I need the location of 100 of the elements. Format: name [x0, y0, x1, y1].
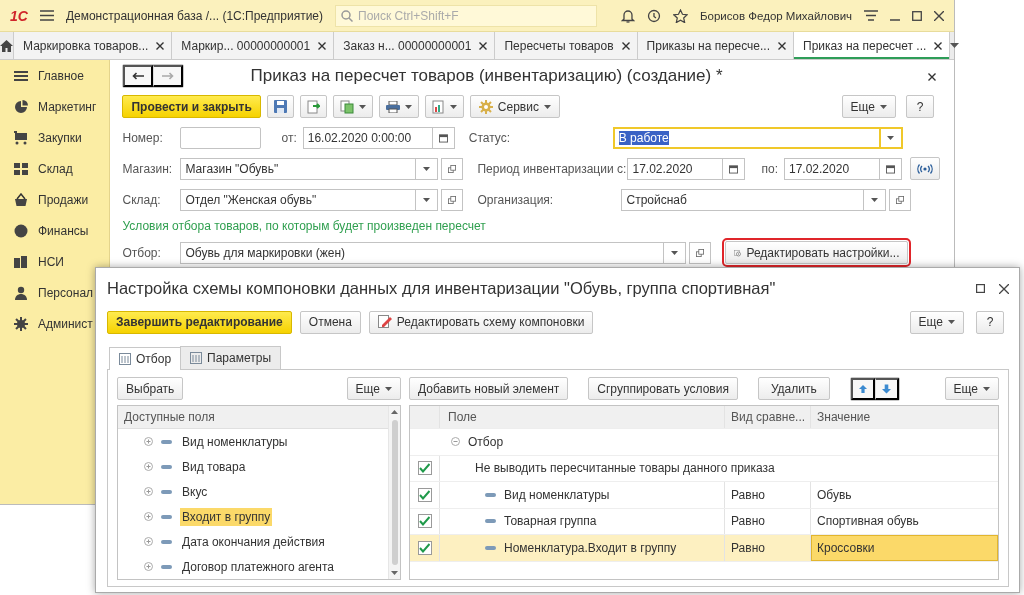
sidebar-item[interactable]: Склад: [38, 161, 73, 176]
sidebar-item[interactable]: Продажи: [38, 192, 89, 207]
finish-editing-button[interactable]: Завершить редактирование: [107, 310, 292, 334]
bell-icon[interactable]: [621, 8, 635, 23]
close-icon[interactable]: [934, 41, 943, 50]
forward-button[interactable]: [153, 64, 184, 87]
add-element-button[interactable]: Добавить новый элемент: [409, 377, 569, 400]
close-icon[interactable]: [318, 41, 327, 50]
expand-icon[interactable]: [144, 437, 153, 446]
expand-icon[interactable]: [144, 487, 153, 496]
collapse-icon[interactable]: [451, 437, 460, 447]
checkbox[interactable]: [417, 514, 432, 529]
checkbox[interactable]: [417, 540, 432, 555]
cancel-button[interactable]: Отмена: [299, 310, 361, 334]
star-icon[interactable]: [672, 8, 688, 23]
edit-settings-button[interactable]: Редактировать настройки...: [725, 241, 909, 264]
more-button[interactable]: Еще: [909, 310, 964, 334]
date-field[interactable]: 16.02.2020 0:00:00: [302, 126, 433, 149]
status-field[interactable]: В работе: [612, 126, 881, 149]
field-item[interactable]: Вид номенклатуры: [180, 432, 290, 451]
group-label[interactable]: Отбор: [468, 434, 504, 449]
back-button[interactable]: [123, 64, 154, 87]
maximize-icon[interactable]: [976, 284, 985, 293]
select-button[interactable]: Выбрать: [117, 377, 184, 400]
scrollbar[interactable]: [388, 406, 400, 579]
open-button[interactable]: [441, 188, 464, 211]
field-item[interactable]: Вид товара: [180, 457, 248, 476]
tab[interactable]: Параметры: [180, 346, 282, 369]
maximize-icon[interactable]: [912, 10, 922, 21]
table-row[interactable]: Номенклатура.Входит в группу Равно Кроссовки: [410, 535, 998, 562]
expand-icon[interactable]: [144, 512, 153, 521]
document-button[interactable]: [299, 95, 327, 118]
date-field[interactable]: 17.02.2020: [627, 157, 724, 180]
expand-icon[interactable]: [144, 462, 153, 471]
tab[interactable]: Приказ на пересчет ...: [794, 32, 951, 59]
tab[interactable]: Маркировка товаров...: [14, 32, 173, 59]
close-icon[interactable]: [999, 283, 1009, 294]
dropdown-button[interactable]: [880, 126, 903, 149]
dropdown-button[interactable]: [416, 157, 439, 180]
calendar-button[interactable]: [723, 157, 746, 180]
sidebar-item[interactable]: Главное: [38, 68, 84, 83]
delete-button[interactable]: Удалить: [757, 377, 830, 400]
sidebar-item[interactable]: Админист: [38, 316, 93, 331]
combo-field[interactable]: Стройснаб: [621, 188, 865, 211]
number-field[interactable]: [180, 126, 262, 149]
checkbox[interactable]: [417, 461, 432, 476]
field-item[interactable]: Дата окончания действия: [180, 532, 327, 551]
combo-field[interactable]: Обувь для маркировки (жен): [180, 241, 665, 264]
tab[interactable]: Пересчеты товаров: [495, 32, 638, 59]
tab[interactable]: Маркир... 00000000001: [172, 32, 335, 59]
more-button[interactable]: Еще: [346, 377, 401, 400]
move-down-button[interactable]: [874, 377, 899, 400]
sidebar-item[interactable]: Закупки: [38, 130, 82, 145]
documents-button[interactable]: [332, 95, 373, 118]
search-field[interactable]: Поиск Ctrl+Shift+F: [335, 4, 598, 27]
user-name[interactable]: Борисов Федор Михайлович: [699, 9, 853, 22]
sidebar-item[interactable]: Персонал: [38, 285, 94, 300]
tab[interactable]: Отбор: [109, 347, 182, 370]
combo-field[interactable]: Магазин "Обувь": [180, 157, 417, 180]
calendar-button[interactable]: [432, 126, 455, 149]
expand-icon[interactable]: [144, 537, 153, 546]
scroll-up-icon[interactable]: [391, 410, 398, 414]
close-icon[interactable]: [778, 41, 787, 50]
sidebar-item[interactable]: НСИ: [38, 254, 64, 269]
field-item[interactable]: Входит в группу: [180, 507, 273, 526]
more-button[interactable]: Еще: [944, 377, 999, 400]
open-button[interactable]: [689, 241, 712, 264]
menu-icon[interactable]: [864, 10, 879, 21]
table-row[interactable]: Вид номенклатуры Равно Обувь: [410, 482, 998, 509]
close-icon[interactable]: [928, 73, 936, 81]
sidebar-item[interactable]: Финансы: [38, 223, 89, 238]
scroll-down-icon[interactable]: [391, 571, 398, 575]
help-button[interactable]: ?: [906, 95, 934, 118]
open-button[interactable]: [889, 188, 912, 211]
menu-icon[interactable]: [39, 10, 54, 21]
report-button[interactable]: [424, 95, 464, 118]
group-conditions-button[interactable]: Сгруппировать условия: [588, 377, 738, 400]
tab[interactable]: Заказ н... 00000000001: [334, 32, 496, 59]
dropdown-button[interactable]: [664, 241, 687, 264]
calendar-button[interactable]: [880, 157, 902, 180]
move-up-button[interactable]: [850, 377, 875, 400]
print-button[interactable]: [378, 95, 419, 118]
close-icon[interactable]: [934, 10, 944, 21]
home-icon[interactable]: [0, 39, 13, 52]
caret-icon[interactable]: [950, 43, 960, 48]
close-icon[interactable]: [156, 41, 165, 50]
history-icon[interactable]: [647, 8, 661, 23]
date-field[interactable]: 17.02.2020: [784, 157, 880, 180]
close-icon[interactable]: [479, 41, 488, 50]
service-button[interactable]: Сервис: [469, 95, 560, 118]
field-item[interactable]: Договор платежного агента: [180, 557, 337, 576]
tab[interactable]: Приказы на пересче...: [637, 32, 795, 59]
close-icon[interactable]: [621, 41, 630, 50]
save-button[interactable]: [266, 95, 294, 118]
period-button[interactable]: [910, 157, 940, 180]
checkbox[interactable]: [417, 487, 432, 502]
help-button[interactable]: ?: [976, 310, 1004, 334]
dropdown-button[interactable]: [864, 188, 887, 211]
more-button[interactable]: Еще: [841, 95, 896, 118]
dropdown-button[interactable]: [416, 188, 439, 211]
